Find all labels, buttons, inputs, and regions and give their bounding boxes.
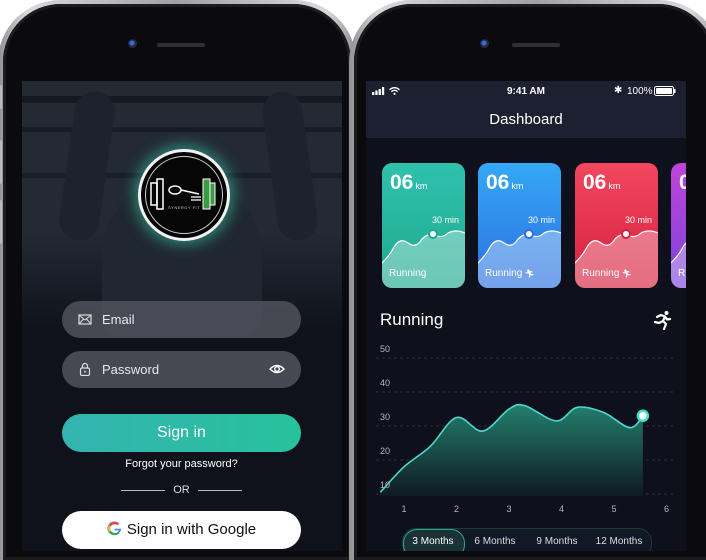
or-divider: OR bbox=[121, 484, 242, 498]
bluetooth-icon: ✱ bbox=[614, 85, 622, 96]
card-duration: 30 min bbox=[432, 215, 459, 225]
google-sign-in-button[interactable]: Sign in with Google bbox=[62, 511, 301, 549]
highlight-point[interactable] bbox=[638, 411, 648, 421]
y-tick-label: 40 bbox=[380, 378, 390, 388]
card-duration: 30 min bbox=[528, 215, 555, 225]
card-duration: 30 min bbox=[625, 215, 652, 225]
y-tick-label: 20 bbox=[380, 446, 390, 456]
login-screen: SYNERGY FIT Email Password Sign in Forgo… bbox=[22, 81, 342, 551]
lock-icon bbox=[78, 362, 92, 376]
email-field[interactable]: Email bbox=[62, 301, 301, 338]
status-bar: 9:41 AM ✱ 100% bbox=[366, 81, 686, 101]
activity-card[interactable]: 0 R bbox=[671, 163, 686, 288]
y-tick-label: 30 bbox=[380, 412, 390, 422]
app-logo: SYNERGY FIT bbox=[138, 149, 230, 241]
dashboard-screen: 9:41 AM ✱ 100% Dashboard 06km 30 min Run… bbox=[366, 81, 686, 551]
range-option[interactable]: 6 Months bbox=[465, 536, 525, 547]
section-title: Running bbox=[380, 310, 443, 330]
chart-area-fill bbox=[380, 405, 643, 496]
card-distance: 06km bbox=[486, 171, 523, 195]
card-label: R bbox=[678, 268, 685, 279]
sign-in-button[interactable]: Sign in bbox=[62, 414, 301, 452]
divider-line bbox=[198, 490, 242, 491]
battery-percent: 100% bbox=[627, 86, 653, 97]
y-tick-label: 50 bbox=[380, 344, 390, 354]
x-tick-label: 5 bbox=[611, 504, 616, 514]
battery-icon bbox=[654, 86, 676, 96]
card-highlight-dot bbox=[622, 230, 630, 238]
forgot-password-link[interactable]: Forgot your password? bbox=[62, 458, 301, 470]
email-placeholder: Email bbox=[102, 312, 135, 327]
time-range-selector: 3 Months6 Months9 Months12 Months bbox=[402, 528, 652, 551]
x-tick-label: 2 bbox=[454, 504, 459, 514]
y-tick-label: 10 bbox=[380, 480, 390, 490]
card-distance: 06km bbox=[390, 171, 427, 195]
eye-icon[interactable] bbox=[269, 363, 285, 375]
front-camera bbox=[128, 39, 137, 48]
running-icon: 🏃︎ bbox=[522, 269, 534, 278]
card-label: Running bbox=[389, 268, 426, 279]
envelope-icon bbox=[78, 312, 92, 326]
running-icon: 🏃︎ bbox=[619, 269, 631, 278]
password-placeholder: Password bbox=[102, 362, 159, 377]
x-tick-label: 4 bbox=[559, 504, 564, 514]
earpiece-speaker bbox=[512, 43, 560, 47]
google-g-icon bbox=[107, 521, 122, 536]
logo-text: SYNERGY FIT bbox=[168, 205, 200, 210]
card-highlight-dot bbox=[429, 230, 437, 238]
card-distance: 06km bbox=[583, 171, 620, 195]
range-option[interactable]: 3 Months bbox=[403, 536, 463, 547]
running-chart: 10 20 30 40 50 1 2 3 4 5 6 bbox=[366, 336, 686, 526]
x-tick-label: 6 bbox=[664, 504, 669, 514]
card-highlight-dot bbox=[525, 230, 533, 238]
password-field[interactable]: Password bbox=[62, 351, 301, 388]
range-option[interactable]: 9 Months bbox=[527, 536, 587, 547]
earpiece-speaker bbox=[157, 43, 205, 47]
athlete-arm bbox=[260, 89, 320, 243]
dumbbell-icon bbox=[141, 152, 227, 238]
x-tick-label: 1 bbox=[401, 504, 406, 514]
google-sign-in-label: Sign in with Google bbox=[127, 521, 256, 538]
activity-card[interactable]: 06km 30 min Running bbox=[382, 163, 465, 288]
x-tick-label: 3 bbox=[506, 504, 511, 514]
card-distance: 0 bbox=[679, 171, 686, 195]
running-icon bbox=[652, 310, 672, 330]
activity-card[interactable]: 06km 30 min Running 🏃︎ bbox=[478, 163, 561, 288]
page-title: Dashboard bbox=[366, 101, 686, 138]
activity-card[interactable]: 06km 30 min Running 🏃︎ bbox=[575, 163, 658, 288]
card-label: Running 🏃︎ bbox=[485, 268, 535, 279]
volume-up-button bbox=[0, 140, 2, 184]
front-camera bbox=[480, 39, 489, 48]
athlete-arm bbox=[57, 89, 117, 243]
mute-switch bbox=[0, 85, 2, 109]
range-option[interactable]: 12 Months bbox=[589, 536, 649, 547]
card-label: Running 🏃︎ bbox=[582, 268, 632, 279]
volume-down-button bbox=[0, 200, 2, 244]
